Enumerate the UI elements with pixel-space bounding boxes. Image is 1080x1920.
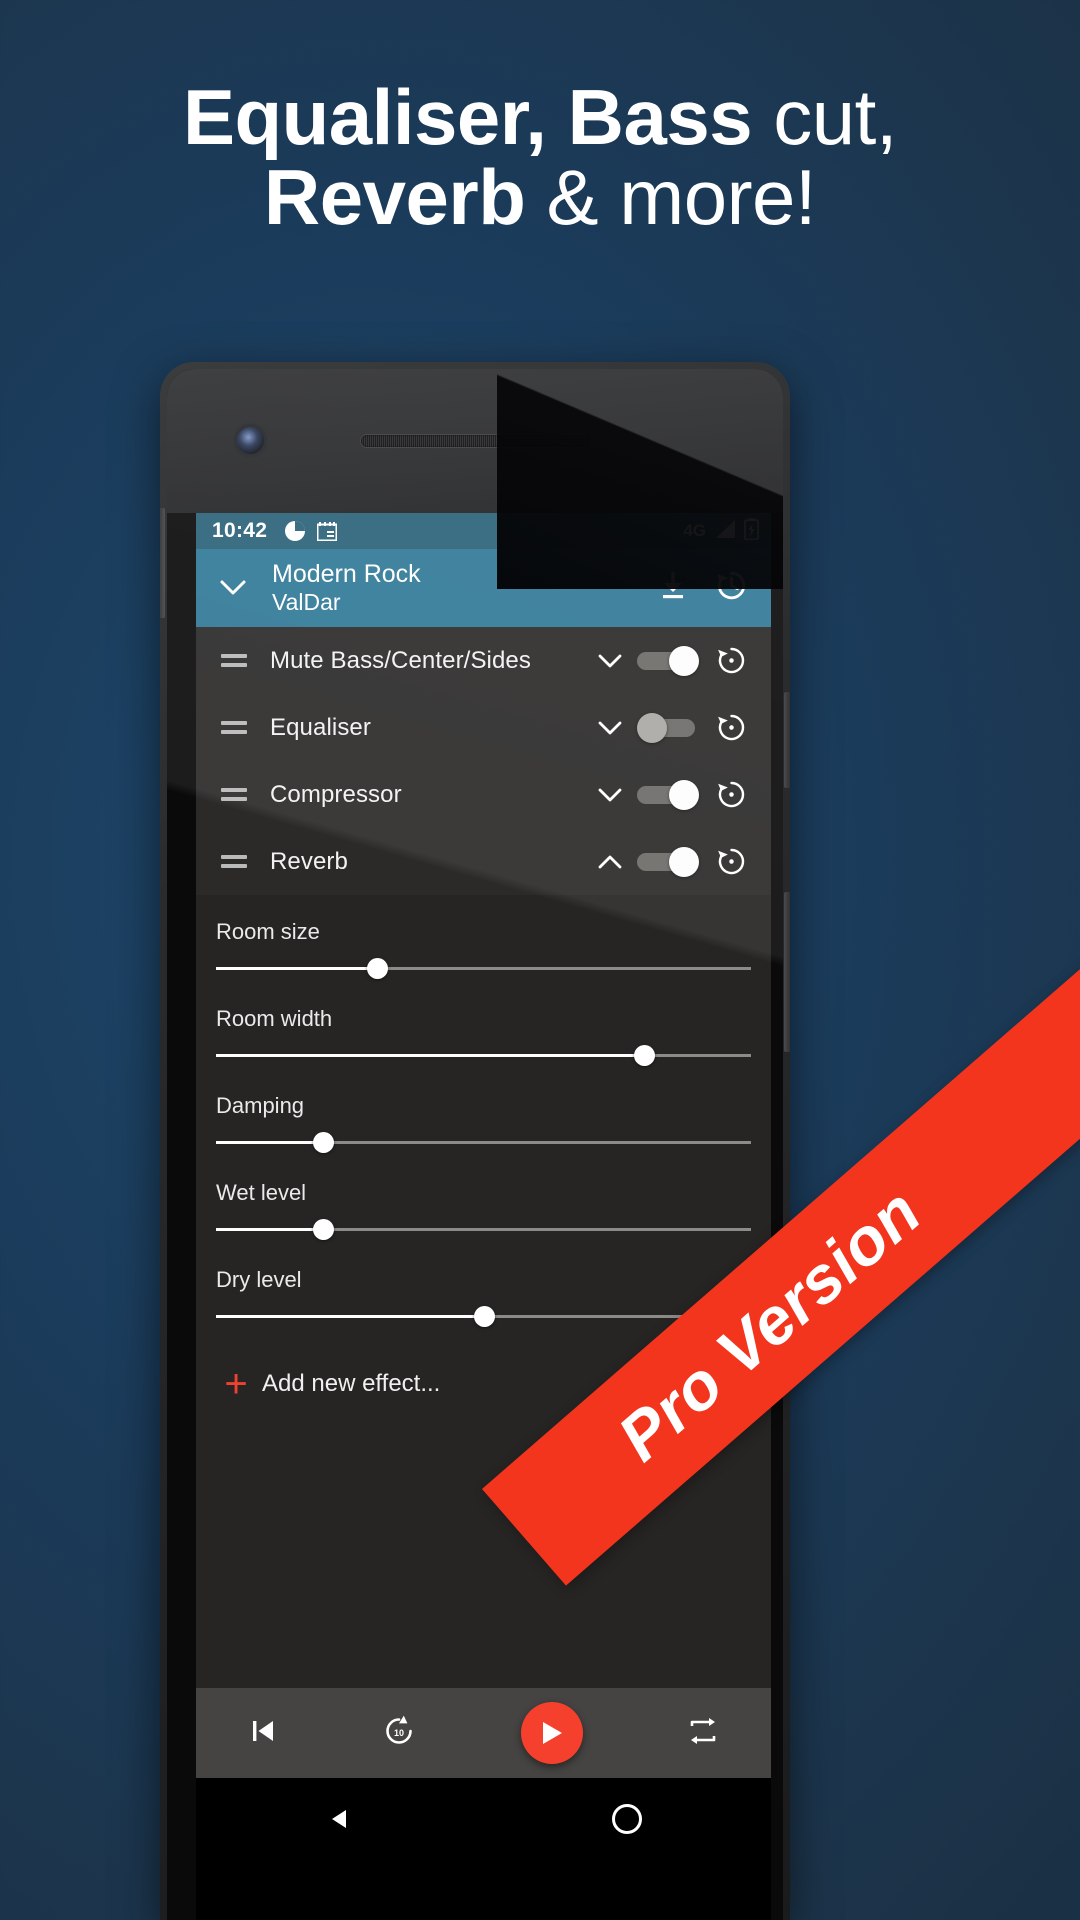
download-icon[interactable]	[660, 570, 686, 605]
effect-row[interactable]: Mute Bass/Center/Sides	[196, 627, 771, 694]
phone-top-bezel	[167, 369, 783, 513]
power-button	[784, 892, 790, 1052]
slider-wet-level: Wet level	[196, 1166, 771, 1240]
phone-screen: 10:42 4G Modern Rock ValDar Mute Bass/Ce…	[196, 513, 771, 1778]
front-camera-icon	[237, 427, 264, 454]
effect-name: Reverb	[270, 847, 348, 875]
calendar-icon	[316, 521, 338, 541]
preset-info[interactable]: Modern Rock ValDar	[260, 560, 660, 617]
status-bar-system-icons: 4G	[683, 517, 760, 545]
network-type-label: 4G	[683, 521, 706, 540]
back-icon[interactable]	[325, 1804, 355, 1839]
effect-toggle[interactable]	[637, 645, 699, 676]
slider-thumb[interactable]	[634, 1045, 655, 1066]
android-navigation-bar	[196, 1778, 771, 1920]
slider-fill	[216, 1228, 323, 1231]
restore-icon[interactable]	[705, 780, 757, 809]
drag-handle-icon[interactable]	[214, 788, 254, 801]
effect-row[interactable]: Equaliser	[196, 694, 771, 761]
slider-fill	[216, 967, 377, 970]
slider-fill	[216, 1315, 484, 1318]
status-bar-notification-icons	[285, 521, 338, 541]
chevron-down-icon[interactable]	[587, 788, 633, 802]
preset-title: Modern Rock	[272, 559, 421, 588]
headline-line-2-light: & more!	[525, 152, 817, 241]
plus-icon: +	[224, 1362, 248, 1406]
slider-label: Dry level	[216, 1267, 302, 1292]
headline-line-2: Reverb & more!	[0, 157, 1080, 238]
headline-line-2-bold: Reverb	[263, 152, 526, 241]
chevron-down-icon[interactable]	[587, 654, 633, 668]
add-new-effect-label: Add new effect...	[262, 1370, 441, 1397]
status-bar-clock: 10:42	[212, 519, 268, 542]
restore-icon[interactable]	[705, 713, 757, 742]
slider-track[interactable]	[216, 1132, 751, 1153]
play-button[interactable]	[520, 1702, 583, 1764]
phone-mockup: 10:42 4G Modern Rock ValDar Mute Bass/Ce…	[160, 362, 790, 1920]
chevron-up-icon[interactable]	[587, 855, 633, 869]
repeat-icon[interactable]	[687, 1717, 719, 1750]
slider-dry-level: Dry level	[196, 1253, 771, 1327]
app-bar: Modern Rock ValDar	[196, 549, 771, 627]
slider-thumb[interactable]	[313, 1219, 334, 1240]
previous-track-icon[interactable]	[248, 1716, 278, 1751]
volume-button	[784, 692, 790, 788]
effect-toggle[interactable]	[637, 846, 699, 877]
drag-handle-icon[interactable]	[214, 654, 254, 667]
headline-line-1-bold: Equaliser, Bass	[182, 73, 753, 161]
effect-row[interactable]: Reverb	[196, 828, 771, 895]
slider-label: Damping	[216, 1093, 305, 1118]
preset-expand-button[interactable]	[206, 580, 260, 596]
restore-icon[interactable]	[705, 847, 757, 876]
effect-name: Equaliser	[270, 713, 371, 741]
history-restore-icon[interactable]	[716, 570, 747, 606]
slider-label: Wet level	[216, 1180, 307, 1205]
slider-track[interactable]	[216, 1219, 751, 1240]
player-controls-bar: 10	[196, 1688, 771, 1778]
headline-line-1-light: cut,	[752, 73, 898, 161]
slider-label: Room size	[216, 919, 320, 944]
slider-track[interactable]	[216, 1045, 751, 1066]
drag-handle-icon[interactable]	[214, 721, 254, 734]
slider-damping: Damping	[196, 1079, 771, 1153]
slider-fill	[216, 1054, 644, 1057]
battery-charging-icon	[743, 517, 760, 545]
slider-fill	[216, 1141, 323, 1144]
status-bar: 10:42 4G	[196, 513, 771, 549]
page-headline: Equaliser, Bass cut, Reverb & more!	[0, 77, 1080, 238]
effect-name: Mute Bass/Center/Sides	[270, 646, 531, 674]
drag-handle-icon[interactable]	[214, 855, 254, 868]
slider-room-size: Room size	[196, 905, 771, 979]
replay-10-icon[interactable]: 10	[382, 1714, 416, 1753]
slider-room-width: Room width	[196, 992, 771, 1066]
effect-toggle[interactable]	[637, 779, 699, 810]
effect-name: Compressor	[270, 780, 402, 808]
phone-body: 10:42 4G Modern Rock ValDar Mute Bass/Ce…	[167, 369, 783, 1920]
slider-track[interactable]	[216, 1306, 751, 1327]
slider-thumb[interactable]	[473, 1306, 495, 1327]
headline-line-1: Equaliser, Bass cut,	[0, 77, 1080, 158]
side-antenna-line	[160, 508, 165, 618]
slider-label: Room width	[216, 1006, 333, 1031]
effect-toggle[interactable]	[637, 712, 699, 743]
chevron-down-icon[interactable]	[587, 721, 633, 735]
effects-list: Mute Bass/Center/Sides Equaliser Compres…	[196, 627, 771, 895]
pie-chart-icon	[285, 521, 306, 541]
slider-thumb[interactable]	[313, 1132, 334, 1153]
home-icon[interactable]	[612, 1804, 643, 1834]
slider-track[interactable]	[216, 958, 751, 979]
play-icon	[542, 1722, 562, 1744]
signal-bars-icon	[713, 519, 737, 544]
restore-icon[interactable]	[705, 646, 757, 675]
earpiece-speaker	[361, 435, 591, 447]
preset-author: ValDar	[272, 589, 341, 616]
svg-text:10: 10	[394, 1728, 404, 1738]
slider-thumb[interactable]	[366, 958, 388, 979]
effect-row[interactable]: Compressor	[196, 761, 771, 828]
app-bar-actions	[660, 570, 755, 606]
